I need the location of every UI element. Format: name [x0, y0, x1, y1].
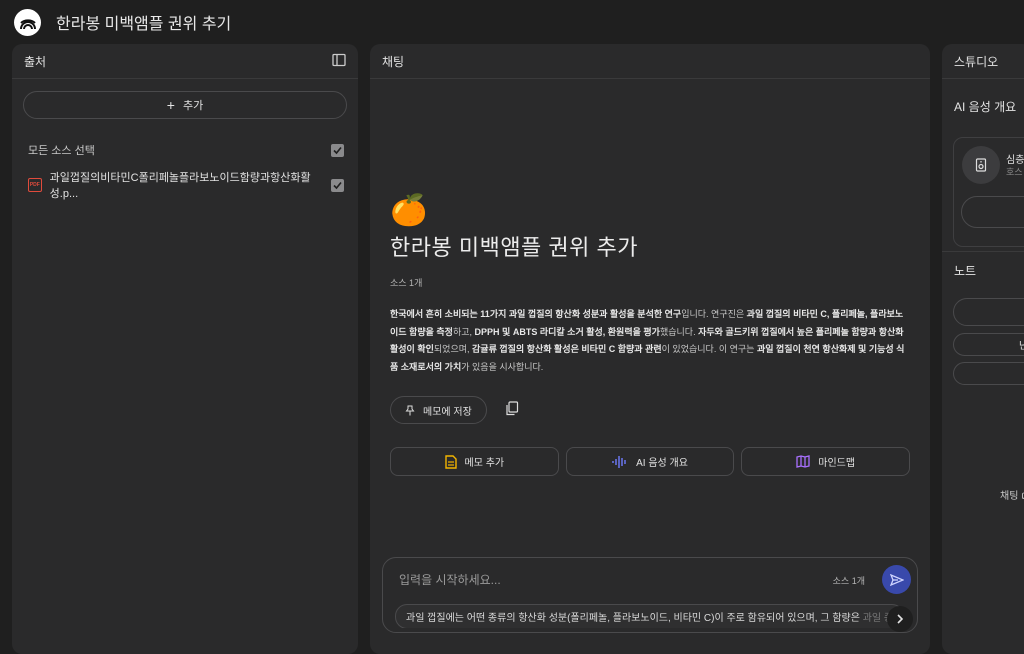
top-bar: 한라봉 미백앰플 권위 추기 — [0, 0, 1024, 44]
save-to-memo-label: 메모에 저장 — [423, 406, 472, 418]
studio-header: 스튜디오 — [942, 44, 1024, 79]
chat-input[interactable]: 입력을 시작하세요... — [399, 571, 501, 588]
summary-actions: 메모에 저장 — [390, 396, 910, 424]
summary-segment: 가 있음을 시사합니다. — [461, 361, 544, 372]
sources-panel: 출처 + 추가 모든 소스 선택 PDF 과일껍질의비타민C폴리페놀플라보노이드… — [12, 44, 358, 654]
chat-panel: 채팅 🍊 한라봉 미백앰플 권위 추가 소스 1개 한국에서 흔히 소비되는 1… — [370, 44, 930, 654]
guide-title: 한라봉 미백앰플 권위 추가 — [390, 235, 638, 260]
audio-overview-label: AI 음성 개요 — [636, 458, 688, 469]
notes-title: 노트 — [954, 264, 977, 278]
summary-segment: 입니다. 연구진은 — [681, 309, 747, 319]
studio-panel: 스튜디오 AI 음성 개요 심층 호스 노트 난 채팅 ៣ — [942, 44, 1024, 654]
select-all-row[interactable]: 모든 소스 선택 — [28, 139, 344, 161]
app-logo-icon[interactable] — [14, 8, 41, 36]
guide-summary: 한국에서 흔히 소비되는 11가지 과일 껍질의 항산화 성분과 활성을 분석한… — [390, 306, 910, 376]
add-note-button[interactable] — [953, 298, 1024, 326]
add-source-button[interactable]: + 추가 — [23, 91, 347, 119]
guide-action-row: 메모 추가 AI 음성 개요 마인드맵 — [390, 447, 911, 476]
notes-empty-hint: 채팅 ៣ — [1000, 491, 1024, 502]
summary-segment: 되었으며, — [433, 344, 473, 354]
summary-segment: 하고, — [452, 326, 475, 337]
summary-segment: DPPH 및 ABTS 라디칼 소거 활성, 환원력을 평가 — [474, 326, 660, 337]
audio-overview-title: AI 음성 개요 — [954, 100, 1017, 114]
copy-icon[interactable] — [505, 401, 519, 419]
studio-divider — [942, 251, 1024, 252]
add-memo-label: 메모 추가 — [464, 458, 505, 469]
summary-segment: 감귤류 껍질의 항산화 활성은 비타민 C 함량과 관련 — [472, 344, 662, 354]
chat-header: 채팅 — [370, 44, 930, 79]
study-guide-button[interactable]: 난 — [953, 333, 1024, 356]
suggested-question-row: 과일 껍질에는 어떤 종류의 항산화 성분(폴리페놀, 플라보노이드, 비타민 … — [395, 604, 915, 628]
sources-header: 출처 — [12, 44, 358, 79]
tangerine-emoji-icon: 🍊 — [390, 194, 428, 227]
sources-title: 출처 — [24, 54, 47, 69]
suggested-question-chip[interactable]: 과일 껍질에는 어떤 종류의 항산화 성분(폴리페놀, 플라보노이드, 비타민 … — [395, 604, 905, 628]
audio-wave-icon — [612, 455, 626, 468]
next-suggestion-button[interactable] — [887, 606, 913, 632]
notebook-guide: 🍊 한라봉 미백앰플 권위 추가 소스 1개 한국에서 흔히 소비되는 11가지… — [390, 194, 911, 476]
chevron-right-icon — [897, 614, 904, 624]
select-all-checkbox[interactable] — [331, 143, 344, 157]
study-guide-label: 난 — [1019, 341, 1024, 352]
chat-title-label: 채팅 — [382, 54, 405, 69]
plus-icon: + — [166, 97, 175, 113]
audio-card-subtitle: 호스 — [1006, 167, 1023, 177]
mindmap-button[interactable]: 마인드맵 — [741, 447, 911, 476]
speaker-icon — [962, 146, 1000, 184]
select-all-label: 모든 소스 선택 — [28, 145, 95, 157]
save-to-memo-button[interactable]: 메모에 저장 — [390, 396, 487, 424]
guide-source-count: 소스 1개 — [390, 278, 423, 288]
suggested-question-text: 과일 껍질에는 어떤 종류의 항산화 성분(폴리페놀, 플라보노이드, 비타민 … — [406, 612, 860, 624]
notebook-title[interactable]: 한라봉 미백앰플 권위 추기 — [56, 10, 231, 34]
pin-icon — [405, 405, 415, 415]
chat-input-box: 입력을 시작하세요... 소스 1개 과일 껍질에는 어떤 종류의 항산화 성분… — [382, 557, 918, 633]
studio-title: 스튜디오 — [954, 54, 999, 69]
source-item-name: 과일껍질의비타민C폴리페놀플라보노이드함량과항산화활성.p... — [49, 172, 311, 200]
audio-customize-button[interactable] — [961, 196, 1024, 228]
memo-icon — [444, 454, 457, 469]
send-icon — [889, 573, 904, 586]
input-source-count: 소스 1개 — [832, 576, 865, 586]
source-item-checkbox[interactable] — [331, 178, 344, 192]
summary-segment: 이 있었습니다. 이 연구는 — [661, 344, 757, 354]
summary-segment: 했습니다. — [659, 326, 699, 337]
collapse-panel-icon[interactable] — [332, 53, 346, 70]
audio-overview-card: 심층 호스 — [953, 137, 1024, 247]
audio-overview-button[interactable]: AI 음성 개요 — [565, 447, 735, 476]
add-memo-button[interactable]: 메모 추가 — [390, 447, 559, 476]
mindmap-label: 마인드맵 — [818, 458, 856, 469]
add-source-label: 추가 — [182, 100, 204, 112]
map-icon — [796, 455, 810, 468]
source-item[interactable]: PDF 과일껍질의비타민C폴리페놀플라보노이드함량과항산화활성.p... — [28, 172, 344, 200]
faq-button[interactable] — [953, 362, 1024, 385]
pdf-icon: PDF — [28, 178, 42, 192]
summary-segment: 한국에서 흔히 소비되는 11가지 과일 껍질의 항산화 성분과 활성을 분석한… — [390, 309, 682, 319]
send-button[interactable] — [882, 565, 911, 594]
audio-card-title: 심층 — [1006, 155, 1024, 166]
